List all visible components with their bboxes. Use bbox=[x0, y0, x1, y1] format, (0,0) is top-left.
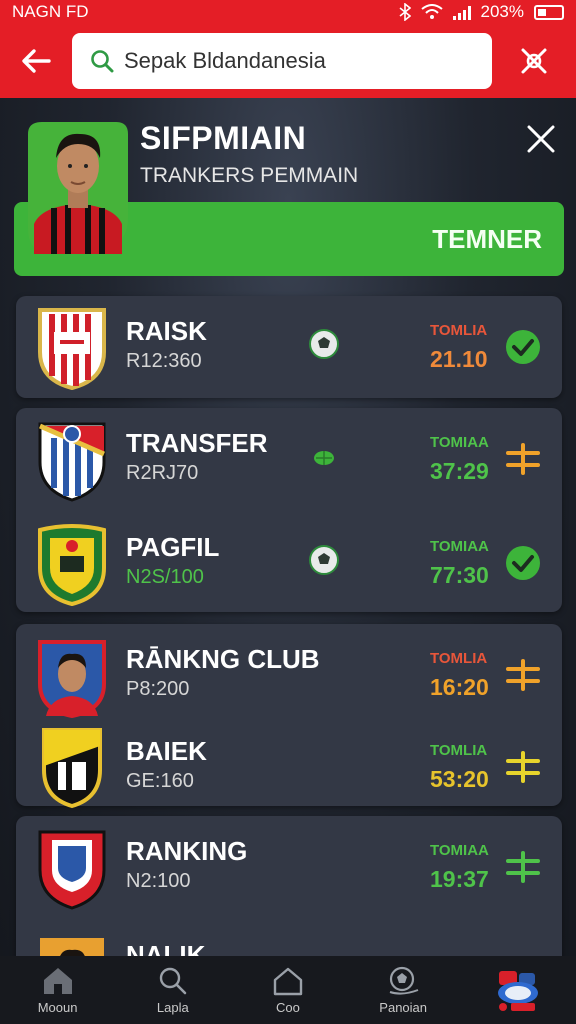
home-icon bbox=[43, 967, 72, 994]
club-crest-icon bbox=[42, 728, 102, 809]
nav-home[interactable]: Mooun bbox=[8, 966, 108, 1015]
item-time: 16:20 bbox=[430, 674, 489, 700]
profile-badge-icon bbox=[498, 971, 539, 1011]
ball-icon bbox=[309, 545, 339, 575]
list-item[interactable]: PAGFIL N2S/100 TOMIAA 77:30 bbox=[16, 512, 562, 616]
nav-label: Coo bbox=[276, 999, 300, 1015]
pitch-icon bbox=[314, 451, 334, 465]
club-crest-icon bbox=[38, 524, 106, 606]
list-item[interactable]: RĀNKNG CLUB P8:200 TOMLIA 16:20 bbox=[16, 624, 562, 728]
ball-icon bbox=[309, 329, 339, 359]
arrow-left-icon bbox=[22, 49, 51, 73]
ball-icon bbox=[389, 966, 419, 995]
back-button[interactable] bbox=[0, 24, 72, 98]
item-mini-label: TOMLIA bbox=[430, 650, 488, 667]
filter-button[interactable] bbox=[492, 24, 576, 98]
search-input[interactable] bbox=[124, 48, 464, 74]
item-time: 19:37 bbox=[430, 866, 489, 892]
bottom-nav: Mooun Lapla Coo Panoian bbox=[0, 956, 576, 1024]
nav-profile[interactable] bbox=[468, 967, 568, 1013]
item-title: RĀNKNG CLUB bbox=[126, 644, 320, 674]
crossed-tools-icon bbox=[521, 48, 547, 74]
item-code: P8:200 bbox=[126, 678, 190, 700]
status-icons: 203% bbox=[399, 2, 564, 22]
banner-label: TEMNER bbox=[432, 223, 542, 254]
club-crest-icon bbox=[38, 308, 106, 390]
swap-icon[interactable] bbox=[504, 748, 542, 786]
item-code: R2RJ70 bbox=[126, 462, 199, 484]
item-time: 77:30 bbox=[430, 562, 489, 588]
status-bar: NAGN FD 203% bbox=[0, 0, 576, 24]
swap-icon[interactable] bbox=[504, 440, 542, 478]
wifi-icon bbox=[420, 4, 443, 19]
list-card: RANKING N2:100 TOMIAA 19:37 NALIK bbox=[16, 816, 562, 966]
app-header bbox=[0, 24, 576, 98]
item-code: N2:100 bbox=[126, 870, 191, 892]
item-time: 21.10 bbox=[430, 346, 488, 372]
nav-label: Panoian bbox=[379, 999, 428, 1015]
swap-icon[interactable] bbox=[504, 848, 542, 886]
check-circle-icon[interactable] bbox=[504, 544, 542, 582]
battery-percent: 203% bbox=[480, 2, 524, 21]
list-item[interactable]: RANKING N2:100 TOMIAA 19:37 bbox=[16, 816, 562, 920]
item-code: N2S/100 bbox=[126, 566, 204, 588]
item-mini-label: TOMIAA bbox=[430, 842, 489, 859]
nav-panoian[interactable]: Panoian bbox=[353, 966, 453, 1015]
player-subtitle: TRANKERS PEMMAIN bbox=[140, 164, 359, 187]
item-title: PAGFIL bbox=[126, 532, 220, 562]
player-avatar bbox=[38, 640, 106, 718]
nav-label: Mooun bbox=[37, 999, 78, 1015]
item-mini-label: TOMIAA bbox=[430, 434, 489, 451]
item-title: RANKING bbox=[126, 836, 248, 866]
player-profile: SIFPMIAIN TRANKERS PEMMAIN TEMNER bbox=[14, 118, 564, 276]
item-mini-label: TOMLIA bbox=[430, 742, 488, 759]
nav-label: Lapla bbox=[156, 999, 189, 1015]
check-circle-icon[interactable] bbox=[504, 328, 542, 366]
item-mini-label: TOMIAA bbox=[430, 538, 489, 555]
item-time: 53:20 bbox=[430, 766, 489, 792]
nav-search[interactable]: Lapla bbox=[123, 966, 223, 1015]
battery-icon bbox=[534, 4, 564, 20]
list-item[interactable]: RAISK R12:360 TOMLIA 21.10 bbox=[16, 296, 562, 398]
carrier-label: NAGN FD bbox=[12, 2, 89, 21]
search-icon bbox=[159, 967, 187, 994]
signal-icon bbox=[452, 5, 471, 20]
player-name: SIFPMIAIN bbox=[140, 120, 307, 156]
item-title: TRANSFER bbox=[126, 428, 268, 458]
house-outline-icon bbox=[273, 967, 303, 995]
search-box[interactable] bbox=[72, 33, 492, 89]
item-code: GE:160 bbox=[126, 770, 194, 792]
search-icon bbox=[91, 50, 114, 73]
list-card: RAISK R12:360 TOMLIA 21.10 bbox=[16, 296, 562, 398]
bluetooth-icon bbox=[399, 3, 411, 21]
swap-icon[interactable] bbox=[504, 656, 542, 694]
list-card: RĀNKNG CLUB P8:200 TOMLIA 16:20 BAIEK GE… bbox=[16, 624, 562, 809]
list-card: TRANSFER R2RJ70 TOMIAA 37:29 PAGFIL N2S/… bbox=[16, 408, 562, 612]
club-crest-icon bbox=[38, 830, 106, 910]
club-crest-icon bbox=[38, 422, 106, 502]
item-code: R12:360 bbox=[126, 350, 202, 372]
list-item[interactable]: BAIEK GE:160 TOMLIA 53:20 bbox=[16, 716, 562, 809]
item-title: RAISK bbox=[126, 316, 207, 346]
close-icon[interactable] bbox=[524, 122, 558, 156]
item-time: 37:29 bbox=[430, 458, 489, 484]
list-item[interactable]: TRANSFER R2RJ70 TOMIAA 37:29 bbox=[16, 408, 562, 512]
nav-coo[interactable]: Coo bbox=[238, 966, 338, 1015]
item-mini-label: TOMLIA bbox=[430, 322, 488, 339]
player-avatar[interactable] bbox=[24, 118, 132, 254]
item-title: BAIEK bbox=[126, 736, 207, 766]
